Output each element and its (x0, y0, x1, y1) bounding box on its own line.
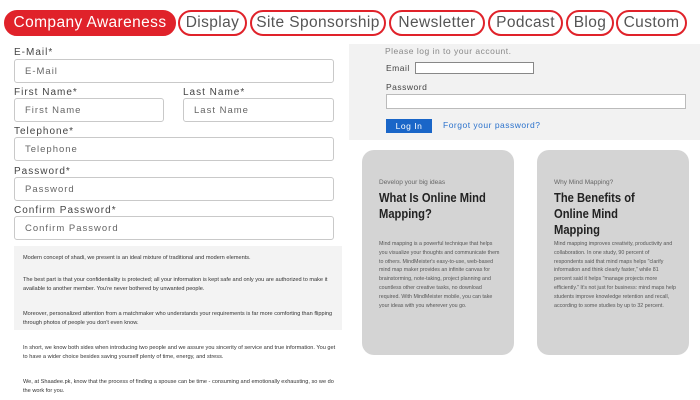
login-button[interactable]: Log In (386, 119, 432, 133)
tab-custom[interactable]: Custom (616, 10, 687, 36)
card-body: Mind mapping is a powerful technique tha… (379, 241, 500, 309)
password-field[interactable] (14, 177, 334, 201)
password-label: Password* (14, 166, 71, 177)
login-password-input[interactable] (386, 94, 686, 109)
login-email-label: Email (386, 63, 410, 73)
benefits-card: Why Mind Mapping? The Benefits of Online… (537, 150, 689, 355)
card-title: The Benefits of Online Mind Mapping (554, 190, 635, 237)
description-paragraph-5: We, at Shaadee.pk, know that the process… (23, 379, 334, 394)
tab-site-sponsorship[interactable]: Site Sponsorship (250, 10, 386, 36)
forgot-password-link[interactable]: Forgot your password? (443, 120, 540, 130)
tab-company-awareness[interactable]: Company Awareness (4, 10, 176, 36)
confirm-password-label: Confirm Password* (14, 205, 117, 216)
card-body: Mind mapping improves creativity, produc… (554, 241, 676, 309)
last-name-field[interactable] (183, 98, 334, 122)
first-name-label: First Name* (14, 87, 78, 98)
email-label: E-Mail* (14, 47, 54, 58)
login-panel: Please log in to your account. Email Pas… (349, 44, 700, 140)
login-password-label: Password (386, 82, 428, 92)
last-name-label: Last Name* (183, 87, 246, 98)
tab-podcast[interactable]: Podcast (488, 10, 563, 36)
login-message: Please log in to your account. (385, 46, 512, 56)
email-field[interactable] (14, 59, 334, 83)
confirm-password-field[interactable] (14, 216, 334, 240)
category-tab-bar: Company Awareness Display Site Sponsorsh… (0, 0, 700, 44)
description-paragraph-4: In short, we know both sides when introd… (23, 345, 336, 360)
card-kicker: Why Mind Mapping? (554, 179, 614, 186)
tab-blog[interactable]: Blog (566, 10, 614, 36)
tab-display[interactable]: Display (178, 10, 247, 36)
card-title: What Is Online Mind Mapping? (379, 190, 486, 221)
description-paragraph-2: The best part is that your confidentiali… (23, 277, 328, 292)
card-kicker: Develop your big ideas (379, 179, 446, 186)
first-name-field[interactable] (14, 98, 164, 122)
description-paragraph-3: Moreover, personalized attention from a … (23, 311, 333, 326)
tab-newsletter[interactable]: Newsletter (389, 10, 485, 36)
login-email-input[interactable] (415, 62, 534, 74)
telephone-field[interactable] (14, 137, 334, 161)
mind-mapping-card: Develop your big ideas What Is Online Mi… (362, 150, 514, 355)
description-paragraph-1: Modern concept of shadi, we present is a… (23, 255, 251, 261)
telephone-label: Telephone* (14, 126, 75, 137)
